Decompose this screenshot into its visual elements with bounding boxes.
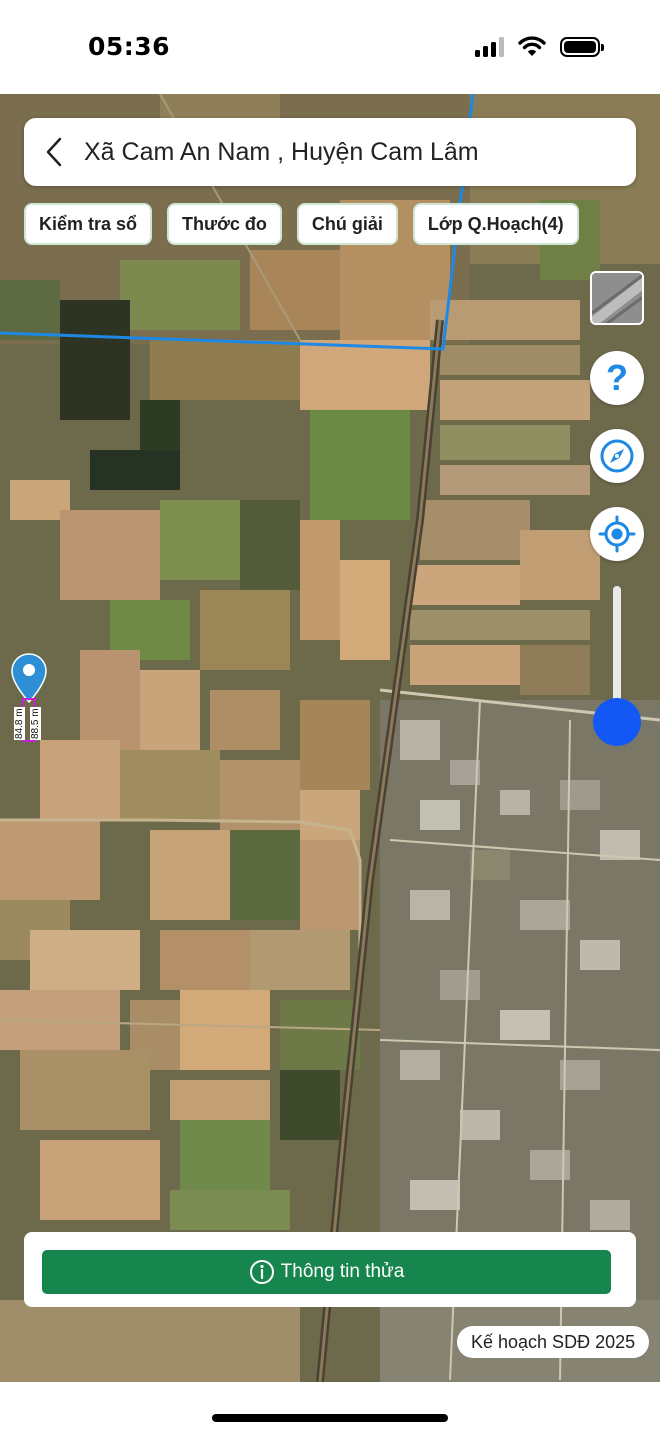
back-button[interactable]: [24, 118, 84, 186]
location-header: Xã Cam An Nam , Huyện Cam Lâm: [24, 118, 636, 186]
measurement-label-1: 84.8 m: [14, 707, 25, 740]
parcel-info-label: Thông tin thửa: [280, 1261, 405, 1282]
status-time: 05:36: [88, 32, 171, 61]
battery-icon: [560, 36, 604, 57]
help-button[interactable]: ?: [590, 351, 644, 405]
check-book-chip[interactable]: Kiểm tra sổ: [24, 203, 153, 245]
zoom-slider-thumb[interactable]: [593, 698, 641, 746]
toolbar-chips: Kiểm tra sổ Thước đo Chú giải Lớp Q.Hoạc…: [24, 203, 579, 245]
back-chevron-icon: [46, 137, 62, 167]
app-screen: 05:36 84.8 m 88.5 m Xã Cam An Nam , Huyệ…: [0, 0, 660, 1434]
info-icon: [249, 1260, 274, 1284]
help-icon: ?: [606, 357, 628, 398]
planning-layer-chip[interactable]: Lớp Q.Hoạch(4): [412, 203, 579, 245]
status-bar: 05:36: [0, 0, 660, 94]
home-bar: [0, 1382, 660, 1434]
signal-icon: [475, 36, 504, 57]
home-indicator[interactable]: [212, 1414, 448, 1422]
ruler-chip[interactable]: Thước đo: [167, 203, 282, 245]
legend-chip[interactable]: Chú giải: [296, 203, 398, 245]
compass-icon: [600, 439, 634, 473]
satellite-layer-icon[interactable]: [590, 271, 644, 325]
satellite-map[interactable]: 84.8 m 88.5 m: [0, 94, 660, 1382]
measurement-label-2: 88.5 m: [30, 707, 41, 740]
my-location-button[interactable]: [590, 507, 644, 561]
parcel-info-button[interactable]: Thông tin thửa: [42, 1250, 611, 1294]
satellite-imagery: [0, 94, 660, 1382]
land-use-plan-badge[interactable]: Kế hoạch SDĐ 2025: [457, 1326, 650, 1358]
location-title: Xã Cam An Nam , Huyện Cam Lâm: [84, 137, 479, 166]
parcel-info-card: Thông tin thửa: [24, 1232, 636, 1307]
wifi-icon: [518, 36, 546, 56]
compass-button[interactable]: [590, 429, 644, 483]
locate-icon: [598, 515, 636, 553]
status-icons: [475, 36, 604, 57]
